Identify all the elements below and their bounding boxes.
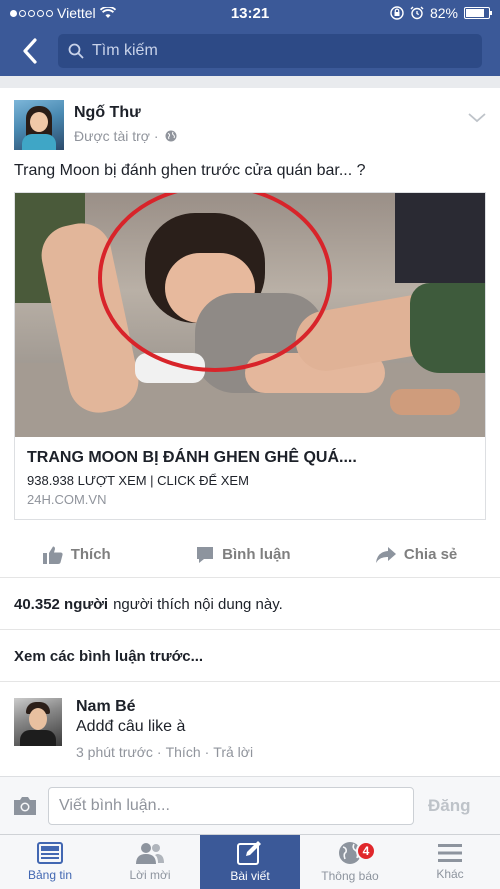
- wifi-icon: [99, 7, 116, 18]
- top-bar: Viettel 13:21 82% Tìm kiếm: [0, 0, 500, 76]
- link-preview-text: TRANG MOON BỊ ĐÁNH GHEN GHÊ QUÁ.... 938.…: [15, 437, 485, 507]
- sponsored-label: Được tài trợ ·: [74, 128, 177, 144]
- carrier-label: Viettel: [57, 5, 96, 21]
- status-right: 82%: [390, 5, 492, 21]
- search-icon: [68, 43, 84, 59]
- post-text: Trang Moon bị đánh ghen trước cửa quán b…: [14, 162, 366, 179]
- comment-input[interactable]: [48, 786, 414, 825]
- post-comment-button[interactable]: Đăng: [428, 796, 471, 816]
- back-button[interactable]: [10, 31, 50, 71]
- friend-requests-icon: [136, 843, 164, 864]
- author-avatar[interactable]: [14, 100, 64, 150]
- battery-icon: [464, 7, 492, 19]
- news-feed-icon: [37, 842, 63, 864]
- status-bar: Viettel 13:21 82%: [0, 0, 500, 26]
- tab-news-feed[interactable]: Bảng tin: [0, 835, 100, 889]
- tab-label: Bảng tin: [27, 868, 73, 882]
- comment-button[interactable]: Bình luận: [196, 546, 290, 564]
- tab-label: Lời mời: [129, 868, 171, 882]
- alarm-icon: [410, 6, 424, 20]
- link-preview-image: [15, 193, 485, 437]
- link-domain: 24H.COM.VN: [27, 492, 107, 507]
- like-label: Thích: [70, 546, 111, 563]
- thumbs-up-icon: [42, 546, 63, 564]
- comment-item: Nam Bé Addđ câu like à 3 phút trước · Thíc…: [14, 698, 253, 760]
- comment-composer: Đăng: [0, 776, 500, 834]
- like-button[interactable]: Thích: [42, 546, 111, 564]
- comment-meta: 3 phút trước · Thích · Trả lời: [76, 744, 254, 760]
- globe-privacy-icon: [165, 130, 177, 142]
- tab-label: Bài viết: [230, 869, 270, 883]
- commenter-name[interactable]: Nam Bé: [76, 698, 253, 716]
- commenter-avatar[interactable]: [14, 698, 62, 746]
- likes-count: 40.352 người: [14, 596, 109, 613]
- menu-icon: [438, 844, 462, 862]
- comment-body: Nam Bé Addđ câu like à 3 phút trước · Thíc…: [76, 698, 253, 760]
- link-title: TRANG MOON BỊ ĐÁNH GHEN GHÊ QUÁ....: [27, 449, 357, 466]
- share-button[interactable]: Chia sẻ: [375, 546, 458, 563]
- camera-button[interactable]: [12, 793, 38, 819]
- tab-friend-requests[interactable]: Lời mời: [100, 835, 200, 889]
- tab-label: Thông báo: [321, 869, 379, 883]
- post-actions: Thích Bình luận Chia sẻ: [0, 532, 500, 578]
- red-circle-annotation: [98, 193, 332, 372]
- notifications-badge: 4: [356, 841, 376, 861]
- post-card: Ngố Thư Được tài trợ · Trang Moon bị đán…: [0, 88, 500, 830]
- comment-like-link[interactable]: Thích: [166, 744, 201, 760]
- comment-reply-link[interactable]: Trả lời: [213, 744, 253, 760]
- author-name[interactable]: Ngố Thư: [74, 104, 177, 122]
- link-preview[interactable]: TRANG MOON BỊ ĐÁNH GHEN GHÊ QUÁ.... 938.…: [14, 192, 486, 520]
- back-arrow-icon: [23, 38, 37, 64]
- likes-summary[interactable]: 40.352 người người thích nội dung này.: [0, 580, 500, 630]
- link-description: 938.938 LƯỢT XEM | CLICK ĐỂ XEM: [27, 473, 249, 488]
- tab-compose[interactable]: Bài viết: [200, 835, 300, 889]
- comment-bubble-icon: [197, 546, 214, 563]
- battery-percent: 82%: [429, 5, 458, 21]
- nav-bar: Tìm kiếm: [0, 26, 500, 76]
- view-previous-comments[interactable]: Xem các bình luận trước...: [0, 632, 500, 682]
- likes-text: người thích nội dung này.: [113, 596, 283, 613]
- post-meta: Ngố Thư Được tài trợ ·: [74, 104, 177, 150]
- compose-icon: [237, 841, 261, 865]
- tab-notifications[interactable]: 4 Thông báo: [300, 835, 400, 889]
- search-placeholder: Tìm kiếm: [92, 42, 158, 59]
- status-left: Viettel: [10, 5, 116, 21]
- tab-bar: Bảng tin Lời mời Bài viết 4 Thông báo Kh…: [0, 834, 500, 889]
- post-options-chevron-icon[interactable]: [468, 110, 486, 128]
- comment-label: Bình luận: [222, 546, 291, 563]
- search-input[interactable]: Tìm kiếm: [58, 34, 482, 68]
- signal-strength-icon: [10, 9, 53, 17]
- tab-label: Khác: [436, 867, 464, 881]
- tab-more[interactable]: Khác: [400, 835, 500, 889]
- share-arrow-icon: [375, 546, 396, 563]
- sponsored-text: Được tài trợ ·: [74, 128, 159, 144]
- share-label: Chia sẻ: [403, 546, 458, 563]
- comment-text: Addđ câu like à: [76, 718, 186, 735]
- comment-time: 3 phút trước: [76, 744, 153, 760]
- post-header: Ngố Thư Được tài trợ ·: [14, 100, 177, 150]
- camera-icon: [14, 796, 36, 815]
- rotation-lock-icon: [390, 6, 404, 20]
